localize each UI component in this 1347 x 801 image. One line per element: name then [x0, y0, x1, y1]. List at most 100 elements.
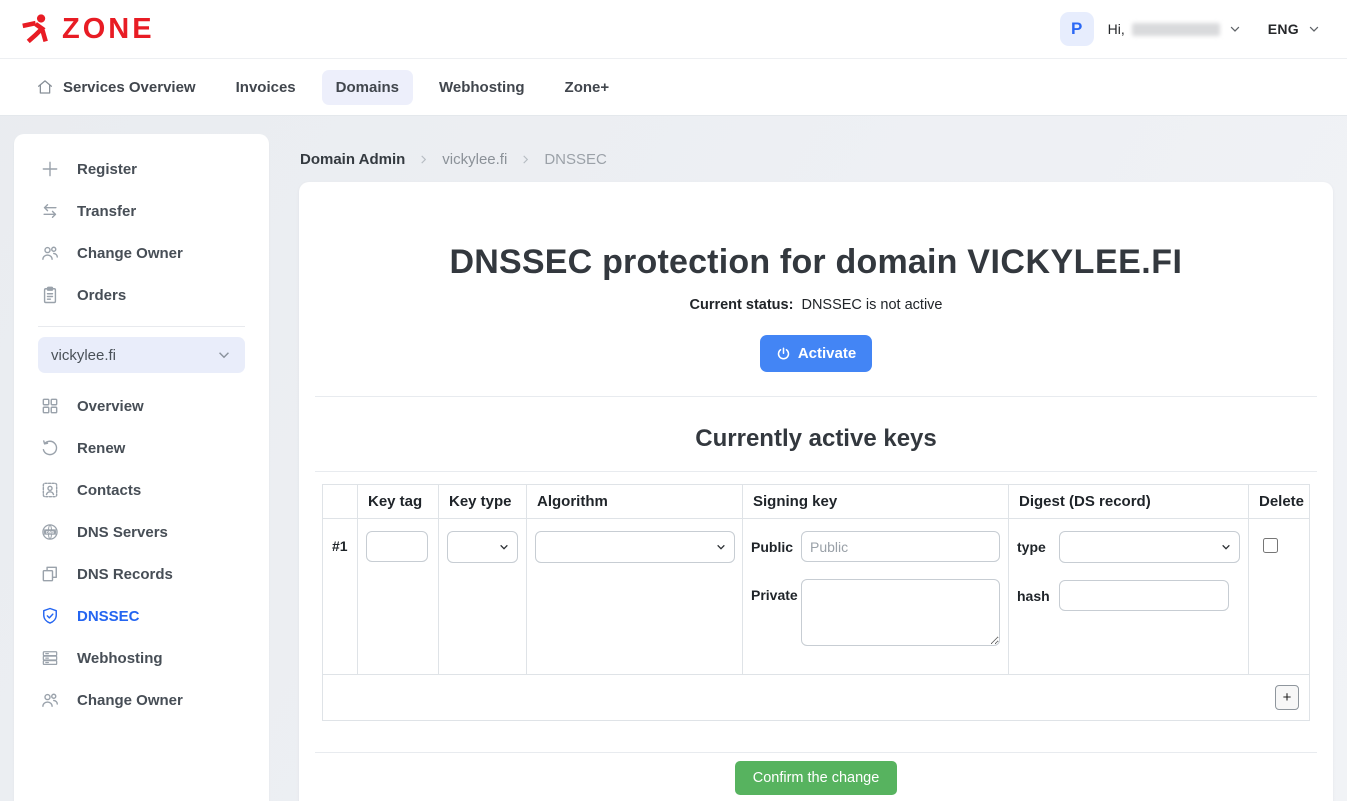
digest-hash-input[interactable]	[1059, 580, 1229, 611]
table-header-row: Key tag Key type Algorithm Signing key D…	[323, 485, 1310, 519]
language-label[interactable]: ENG	[1268, 21, 1299, 37]
user-menu-chevron-icon[interactable]	[1228, 22, 1242, 36]
status-label: Current status:	[690, 297, 794, 313]
breadcrumb-domain[interactable]: vickylee.fi	[442, 151, 507, 168]
digest-cell: type hash	[1009, 519, 1249, 675]
signing-key-cell: Public Private	[743, 519, 1009, 675]
power-icon	[776, 346, 791, 361]
sidebar-item-renew[interactable]: Renew	[14, 427, 269, 469]
svg-text:DNS: DNS	[46, 530, 55, 534]
dnssec-card: DNSSEC protection for domain VICKYLEE.FI…	[299, 182, 1333, 801]
algorithm-cell	[527, 519, 743, 675]
key-type-select[interactable]	[447, 531, 518, 563]
breadcrumb: Domain Admin vickylee.fi DNSSEC	[300, 149, 1333, 169]
nav-item-services-overview[interactable]: Services Overview	[22, 69, 210, 105]
key-tag-input[interactable]	[366, 531, 428, 562]
nav-item-domains[interactable]: Domains	[322, 70, 413, 105]
zone-logo-text: zone	[62, 15, 155, 44]
sidebar-item-transfer[interactable]: Transfer	[14, 190, 269, 232]
refresh-icon	[40, 438, 60, 458]
status-value: DNSSEC is not active	[801, 297, 942, 313]
chevron-right-icon	[417, 153, 430, 166]
section-title: Currently active keys	[315, 423, 1317, 455]
sidebar-item-dns-records[interactable]: DNS Records	[14, 553, 269, 595]
private-key-textarea[interactable]	[801, 579, 1000, 646]
col-header-key-tag: Key tag	[358, 485, 439, 519]
zone-logo[interactable]: zone	[20, 13, 155, 46]
domain-selector-value: vickylee.fi	[51, 347, 116, 364]
sidebar-item-dns-servers[interactable]: DNS DNS Servers	[14, 511, 269, 553]
users-icon	[40, 690, 60, 710]
nav-item-zone-plus[interactable]: Zone+	[551, 70, 624, 105]
delete-checkbox[interactable]	[1263, 538, 1278, 553]
page-title: DNSSEC protection for domain VICKYLEE.FI	[315, 242, 1317, 282]
copy-icon	[40, 564, 60, 584]
page: zone P Hi, ENG Services Overview Invoice…	[0, 0, 1347, 801]
sidebar-item-overview[interactable]: Overview	[14, 385, 269, 427]
add-row-button[interactable]: +	[1275, 685, 1299, 710]
divider	[315, 752, 1317, 753]
col-header-algorithm: Algorithm	[527, 485, 743, 519]
col-header-digest: Digest (DS record)	[1009, 485, 1249, 519]
sidebar-item-webhosting[interactable]: Webhosting	[14, 637, 269, 679]
zone-runner-icon	[20, 13, 53, 46]
language-chevron-icon[interactable]	[1307, 22, 1321, 36]
table-footer-row: +	[323, 675, 1310, 721]
digest-type-label: type	[1017, 531, 1059, 555]
nav-item-webhosting[interactable]: Webhosting	[425, 70, 539, 105]
public-key-input[interactable]	[801, 531, 1000, 562]
grid-icon	[40, 396, 60, 416]
digest-type-select[interactable]	[1059, 531, 1240, 563]
sidebar-item-orders[interactable]: Orders	[14, 274, 269, 316]
divider	[315, 471, 1317, 472]
greeting-label: Hi,	[1108, 21, 1125, 37]
sidebar-item-change-owner-2[interactable]: Change Owner	[14, 679, 269, 721]
shield-check-icon	[40, 606, 60, 626]
main-column: Domain Admin vickylee.fi DNSSEC DNSSEC p…	[299, 134, 1333, 801]
key-tag-cell	[358, 519, 439, 675]
col-header-signing-key: Signing key	[743, 485, 1009, 519]
status-line: Current status: DNSSEC is not active	[315, 297, 1317, 313]
private-label: Private	[751, 579, 801, 603]
dnssec-keys-table: Key tag Key type Algorithm Signing key D…	[322, 484, 1310, 721]
col-header-index	[323, 485, 358, 519]
server-icon	[40, 648, 60, 668]
col-header-delete: Delete	[1249, 485, 1310, 519]
sidebar: Register Transfer Change Owner Orders vi…	[14, 134, 269, 801]
key-type-cell	[439, 519, 527, 675]
divider	[315, 396, 1317, 397]
sidebar-item-dnssec[interactable]: DNSSEC	[14, 595, 269, 637]
sidebar-item-contacts[interactable]: Contacts	[14, 469, 269, 511]
algorithm-select[interactable]	[535, 531, 735, 563]
app-header: zone P Hi, ENG	[0, 0, 1347, 59]
confirm-change-button[interactable]: Confirm the change	[735, 761, 898, 795]
digest-hash-label: hash	[1017, 580, 1059, 604]
breadcrumb-domain-admin[interactable]: Domain Admin	[300, 151, 405, 168]
col-header-key-type: Key type	[439, 485, 527, 519]
avatar[interactable]: P	[1060, 12, 1094, 46]
sidebar-item-register[interactable]: Register	[14, 148, 269, 190]
transfer-arrows-icon	[40, 201, 60, 221]
add-row-cell: +	[323, 675, 1310, 721]
activate-button[interactable]: Activate	[760, 335, 872, 372]
home-icon	[36, 78, 54, 96]
breadcrumb-dnssec: DNSSEC	[544, 151, 607, 168]
globe-dns-icon: DNS	[40, 522, 60, 542]
sidebar-divider	[38, 326, 245, 327]
page-title-domain: VICKYLEE.FI	[967, 243, 1182, 281]
page-title-prefix: DNSSEC protection for domain	[450, 243, 958, 281]
contact-card-icon	[40, 480, 60, 500]
chevron-right-icon	[519, 153, 532, 166]
domain-selector[interactable]: vickylee.fi	[38, 337, 245, 373]
sidebar-item-change-owner[interactable]: Change Owner	[14, 232, 269, 274]
header-user-area: P Hi, ENG	[1060, 12, 1321, 46]
main-nav: Services Overview Invoices Domains Webho…	[0, 59, 1347, 116]
chevron-down-icon	[216, 347, 232, 363]
delete-cell	[1249, 519, 1310, 675]
users-icon	[40, 243, 60, 263]
public-label: Public	[751, 531, 801, 555]
content-area: Register Transfer Change Owner Orders vi…	[0, 116, 1347, 801]
plus-icon	[40, 159, 60, 179]
nav-item-invoices[interactable]: Invoices	[222, 70, 310, 105]
table-row: #1	[323, 519, 1310, 675]
